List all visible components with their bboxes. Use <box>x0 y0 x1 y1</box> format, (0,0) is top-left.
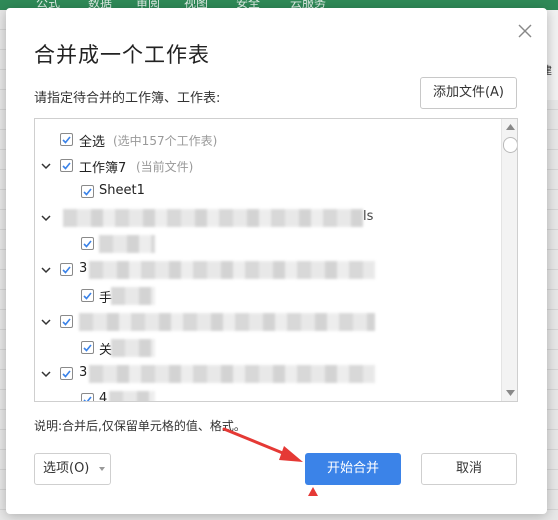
sheet-checkbox[interactable] <box>81 341 94 354</box>
file-checkbox[interactable] <box>60 315 73 328</box>
list-item-file[interactable] <box>35 309 501 335</box>
instruction-label: 请指定待合并的工作簿、工作表: <box>34 91 221 106</box>
check-icon <box>83 240 92 248</box>
redacted-sheetname <box>109 391 155 401</box>
select-all-label: 全选 <box>79 135 106 150</box>
scroll-up-icon[interactable] <box>506 124 515 130</box>
list-item-sheet[interactable] <box>35 231 501 257</box>
close-icon <box>518 24 532 38</box>
list-item-workbook[interactable]: 工作簿7 (当前文件) <box>35 153 501 179</box>
redacted-filename <box>63 209 363 227</box>
sheet-checkbox[interactable] <box>81 237 94 250</box>
options-label: 选项(O) <box>43 461 90 476</box>
check-icon <box>83 188 92 196</box>
sheet-checkbox[interactable] <box>81 393 94 401</box>
list-item-sheet[interactable]: 4 <box>35 387 501 402</box>
chevron-down-icon[interactable] <box>40 212 52 224</box>
select-all-checkbox[interactable] <box>60 133 73 146</box>
list-item-sheet[interactable]: 关 <box>35 335 501 361</box>
redacted-sheetname <box>111 339 155 357</box>
cancel-button[interactable]: 取消 <box>421 453 517 485</box>
sheet-checkbox[interactable] <box>81 185 94 198</box>
merge-note: 说明:合并后,仅保留单元格的值、格式。 <box>34 419 246 433</box>
chevron-down-icon[interactable] <box>40 368 52 380</box>
redacted-sheetname <box>111 287 155 305</box>
check-icon <box>62 266 71 274</box>
list-scrollbar[interactable] <box>501 119 517 401</box>
check-icon <box>83 396 92 401</box>
chevron-down-icon[interactable] <box>40 264 52 276</box>
add-file-button[interactable]: 添加文件(A) <box>420 77 517 109</box>
file-checkbox[interactable] <box>60 263 73 276</box>
workbook-checkbox[interactable] <box>60 159 73 172</box>
file-name-tail: ls <box>363 209 374 224</box>
sheet-checkbox[interactable] <box>81 289 94 302</box>
select-all-hint: (选中157个工作表) <box>113 134 218 148</box>
file-checkbox[interactable] <box>60 367 73 380</box>
workbook-hint: (当前文件) <box>136 160 194 174</box>
redacted-filename <box>79 313 375 331</box>
list-item-select-all[interactable]: 全选 (选中157个工作表) <box>35 127 501 153</box>
check-icon <box>83 292 92 300</box>
redacted-sheetname <box>99 235 155 253</box>
check-icon <box>62 318 71 326</box>
scrollbar-thumb[interactable] <box>503 137 517 153</box>
list-item-sheet[interactable]: 手 <box>35 283 501 309</box>
list-item-file[interactable]: 3 <box>35 257 501 283</box>
start-merge-button[interactable]: 开始合并 <box>305 453 401 485</box>
check-icon <box>83 344 92 352</box>
merge-sheets-dialog: 合并成一个工作表 请指定待合并的工作簿、工作表: 添加文件(A) 全选 (选中1… <box>6 8 547 514</box>
workbook-label: 工作簿7 <box>79 161 127 176</box>
chevron-down-icon[interactable] <box>40 160 52 172</box>
check-icon <box>62 370 71 378</box>
caret-down-icon <box>99 467 105 471</box>
close-button[interactable] <box>514 20 536 42</box>
scroll-down-icon[interactable] <box>506 390 515 396</box>
list-item-file[interactable]: 3 <box>35 361 501 387</box>
check-icon <box>62 136 71 144</box>
file-name-prefix: 3 <box>79 365 88 380</box>
options-dropdown[interactable]: 选项(O) <box>34 453 111 485</box>
check-icon <box>62 162 71 170</box>
redacted-filename <box>89 261 375 279</box>
dialog-title: 合并成一个工作表 <box>34 43 210 67</box>
file-sheet-list[interactable]: 全选 (选中157个工作表) 工作簿7 (当前文件) Sheet1 ls 3 手… <box>34 118 518 402</box>
file-name-prefix: 3 <box>79 261 88 276</box>
sheet-name-prefix: 4 <box>99 391 108 402</box>
list-item-sheet[interactable]: Sheet1 <box>35 179 501 205</box>
list-item-file[interactable]: ls <box>35 205 501 231</box>
sheet-label: Sheet1 <box>99 183 145 198</box>
chevron-down-icon[interactable] <box>40 316 52 328</box>
redacted-filename <box>89 365 375 383</box>
